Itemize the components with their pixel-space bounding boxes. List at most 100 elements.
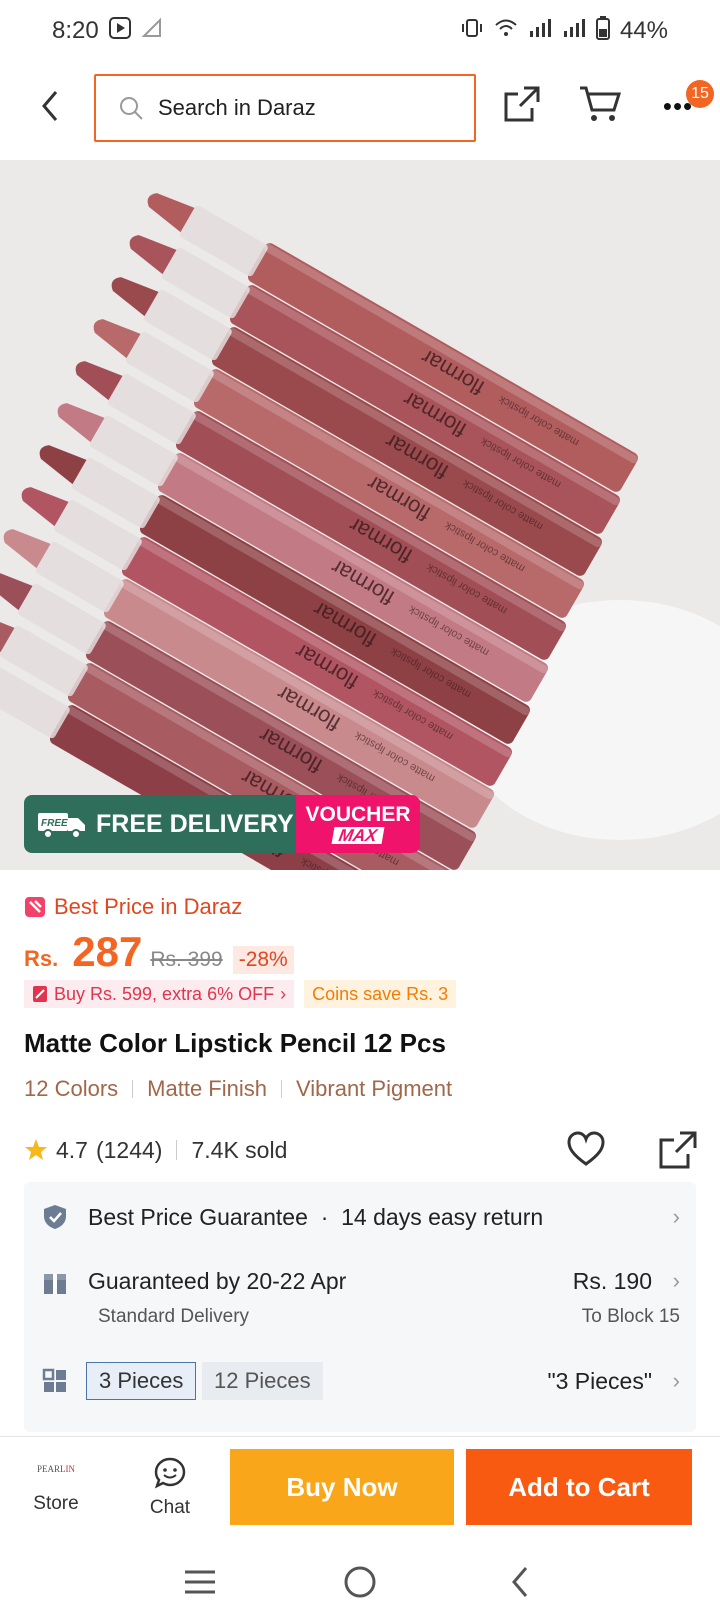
free-delivery-text: FREE DELIVERY xyxy=(96,809,294,838)
product-title: Matte Color Lipstick Pencil 12 Pcs xyxy=(24,1028,446,1058)
status-right: 44% xyxy=(460,15,668,47)
divider xyxy=(176,1140,178,1160)
coins-chip[interactable]: Coins save Rs. 3 xyxy=(304,980,457,1008)
bundle-promo-text: Buy Rs. 599, extra 6% OFF xyxy=(54,983,275,1004)
coins-text: Coins save Rs. 3 xyxy=(312,983,449,1004)
shipping-price: Rs. 190 xyxy=(572,1268,652,1294)
original-price: Rs. 399 xyxy=(150,948,223,971)
chevron-right-icon: › xyxy=(280,983,287,1004)
product-image[interactable]: flormar matte color lipstick flormar matte … xyxy=(0,160,720,870)
feature-pigment: Vibrant Pigment xyxy=(295,1076,453,1101)
status-bar: 8:20 44% xyxy=(0,0,720,62)
system-nav-bar xyxy=(0,1552,720,1612)
header: Search in Daraz ••• 15 xyxy=(0,70,720,142)
rating-value[interactable]: 4.7 xyxy=(56,1137,88,1164)
back-button[interactable] xyxy=(30,84,70,128)
best-price-text: Best Price in Daraz xyxy=(54,894,243,919)
back-arrow-icon xyxy=(512,1567,528,1597)
search-icon xyxy=(120,97,143,120)
price-tag-icon xyxy=(25,897,45,917)
discount-badge: -28% xyxy=(232,946,294,974)
home-button[interactable] xyxy=(336,1558,384,1606)
battery-level: 44% xyxy=(619,17,668,44)
voucher-max-badge: VOUCHER MAX xyxy=(296,795,420,853)
separator-dot: · xyxy=(320,1204,329,1230)
search-input[interactable]: Search in Daraz xyxy=(94,74,476,142)
guarantee-row[interactable]: Best Price Guarantee · 14 days easy retu… xyxy=(24,1182,696,1252)
battery-icon xyxy=(595,15,610,47)
chat-button[interactable]: Chat xyxy=(134,1457,206,1537)
best-price-guarantee: Best Price Guarantee xyxy=(88,1204,308,1230)
delivery-row[interactable]: Guaranteed by 20-22 Apr Standard Deliver… xyxy=(24,1252,696,1328)
guarantee-text: Best Price Guarantee · 14 days easy retu… xyxy=(88,1204,543,1231)
sold-count: 7.4K sold xyxy=(191,1136,288,1163)
selected-variant: "3 Pieces" xyxy=(547,1368,652,1394)
play-store-icon xyxy=(108,16,131,46)
variant-row[interactable]: 3 Pieces 12 Pieces "3 Pieces" › xyxy=(24,1352,696,1412)
image-badges: FREE FREE DELIVERY VOUCHER MAX xyxy=(24,795,420,853)
cart-icon xyxy=(580,86,622,121)
chevron-right-icon: › xyxy=(672,1204,680,1229)
bundle-promo-chip[interactable]: Buy Rs. 599, extra 6% OFF › xyxy=(24,980,295,1008)
feature-finish: Matte Finish xyxy=(147,1076,267,1101)
chat-label: Chat xyxy=(149,1497,191,1518)
product-photo: flormarmatte color lipstickflormarmatte … xyxy=(0,160,720,870)
wishlist-button[interactable] xyxy=(566,1130,606,1170)
shield-check-icon xyxy=(44,1205,66,1229)
feature-colors: 12 Colors xyxy=(24,1076,119,1101)
share-product-button[interactable] xyxy=(658,1130,698,1170)
store-label: Store xyxy=(33,1493,79,1514)
promo-row: Buy Rs. 599, extra 6% OFF › Coins save R… xyxy=(24,980,457,1008)
back-arrow-icon xyxy=(42,91,58,121)
review-count[interactable]: (1244) xyxy=(96,1137,162,1164)
menu-icon xyxy=(185,1570,215,1594)
divider xyxy=(280,1080,282,1098)
shipping-destination: To Block 15 xyxy=(581,1306,680,1327)
add-to-cart-button[interactable]: Add to Cart xyxy=(466,1449,692,1525)
share-button[interactable] xyxy=(502,84,546,128)
truck-icon: FREE xyxy=(38,813,85,839)
delivery-type: Standard Delivery xyxy=(98,1306,250,1327)
current-price: 287 xyxy=(72,928,143,975)
cart-count-badge: 15 xyxy=(686,80,714,108)
divider xyxy=(132,1080,134,1098)
variant-option-3-pieces[interactable]: 3 Pieces xyxy=(86,1362,197,1400)
wifi-icon xyxy=(494,17,518,46)
no-signal-icon xyxy=(141,17,163,46)
store-logo-text: PEARL xyxy=(36,1464,66,1474)
voucher-icon xyxy=(33,986,47,1002)
signal-icon-1 xyxy=(528,17,552,46)
free-tag: FREE xyxy=(41,818,68,829)
return-policy: 14 days easy return xyxy=(341,1204,544,1230)
vibrate-icon xyxy=(460,17,484,46)
buy-now-button[interactable]: Buy Now xyxy=(230,1449,454,1525)
price-row: Rs. 287 Rs. 399 -28% xyxy=(24,928,294,976)
package-icon xyxy=(44,1274,66,1294)
status-time: 8:20 xyxy=(52,17,99,44)
heart-icon xyxy=(567,1131,605,1166)
chevron-right-icon: › xyxy=(672,1368,680,1393)
service-info-panel: Best Price Guarantee · 14 days easy retu… xyxy=(24,1182,696,1432)
rating-row: 4.7 (1244) 7.4K sold xyxy=(24,1130,700,1170)
recent-apps-button[interactable] xyxy=(176,1558,224,1606)
delivery-date: Guaranteed by 20-22 Apr xyxy=(88,1268,347,1294)
share-icon xyxy=(504,86,540,122)
store-button[interactable]: PEARL IN Store xyxy=(20,1457,92,1537)
nav-back-button[interactable] xyxy=(496,1558,544,1606)
bottom-action-bar: PEARL IN Store Chat Buy Now Add to Cart xyxy=(0,1436,720,1552)
search-placeholder: Search in Daraz xyxy=(158,95,316,120)
voucher-text: VOUCHER xyxy=(305,803,411,826)
home-circle-icon xyxy=(344,1566,376,1598)
store-logo-accent: IN xyxy=(65,1464,76,1474)
best-price-label[interactable]: Best Price in Daraz xyxy=(24,894,242,920)
share-icon xyxy=(659,1131,697,1169)
cart-button[interactable] xyxy=(578,84,622,128)
variant-option-12-pieces[interactable]: 12 Pieces xyxy=(202,1362,323,1400)
chat-icon xyxy=(154,1457,186,1489)
variants-grid-icon xyxy=(42,1368,66,1392)
store-logo: PEARL IN xyxy=(37,1457,75,1481)
feature-tags: 12 Colors Matte Finish Vibrant Pigment xyxy=(24,1076,452,1102)
chevron-right-icon: › xyxy=(672,1268,680,1293)
status-left: 8:20 xyxy=(52,16,163,46)
currency-symbol: Rs. xyxy=(24,946,59,971)
